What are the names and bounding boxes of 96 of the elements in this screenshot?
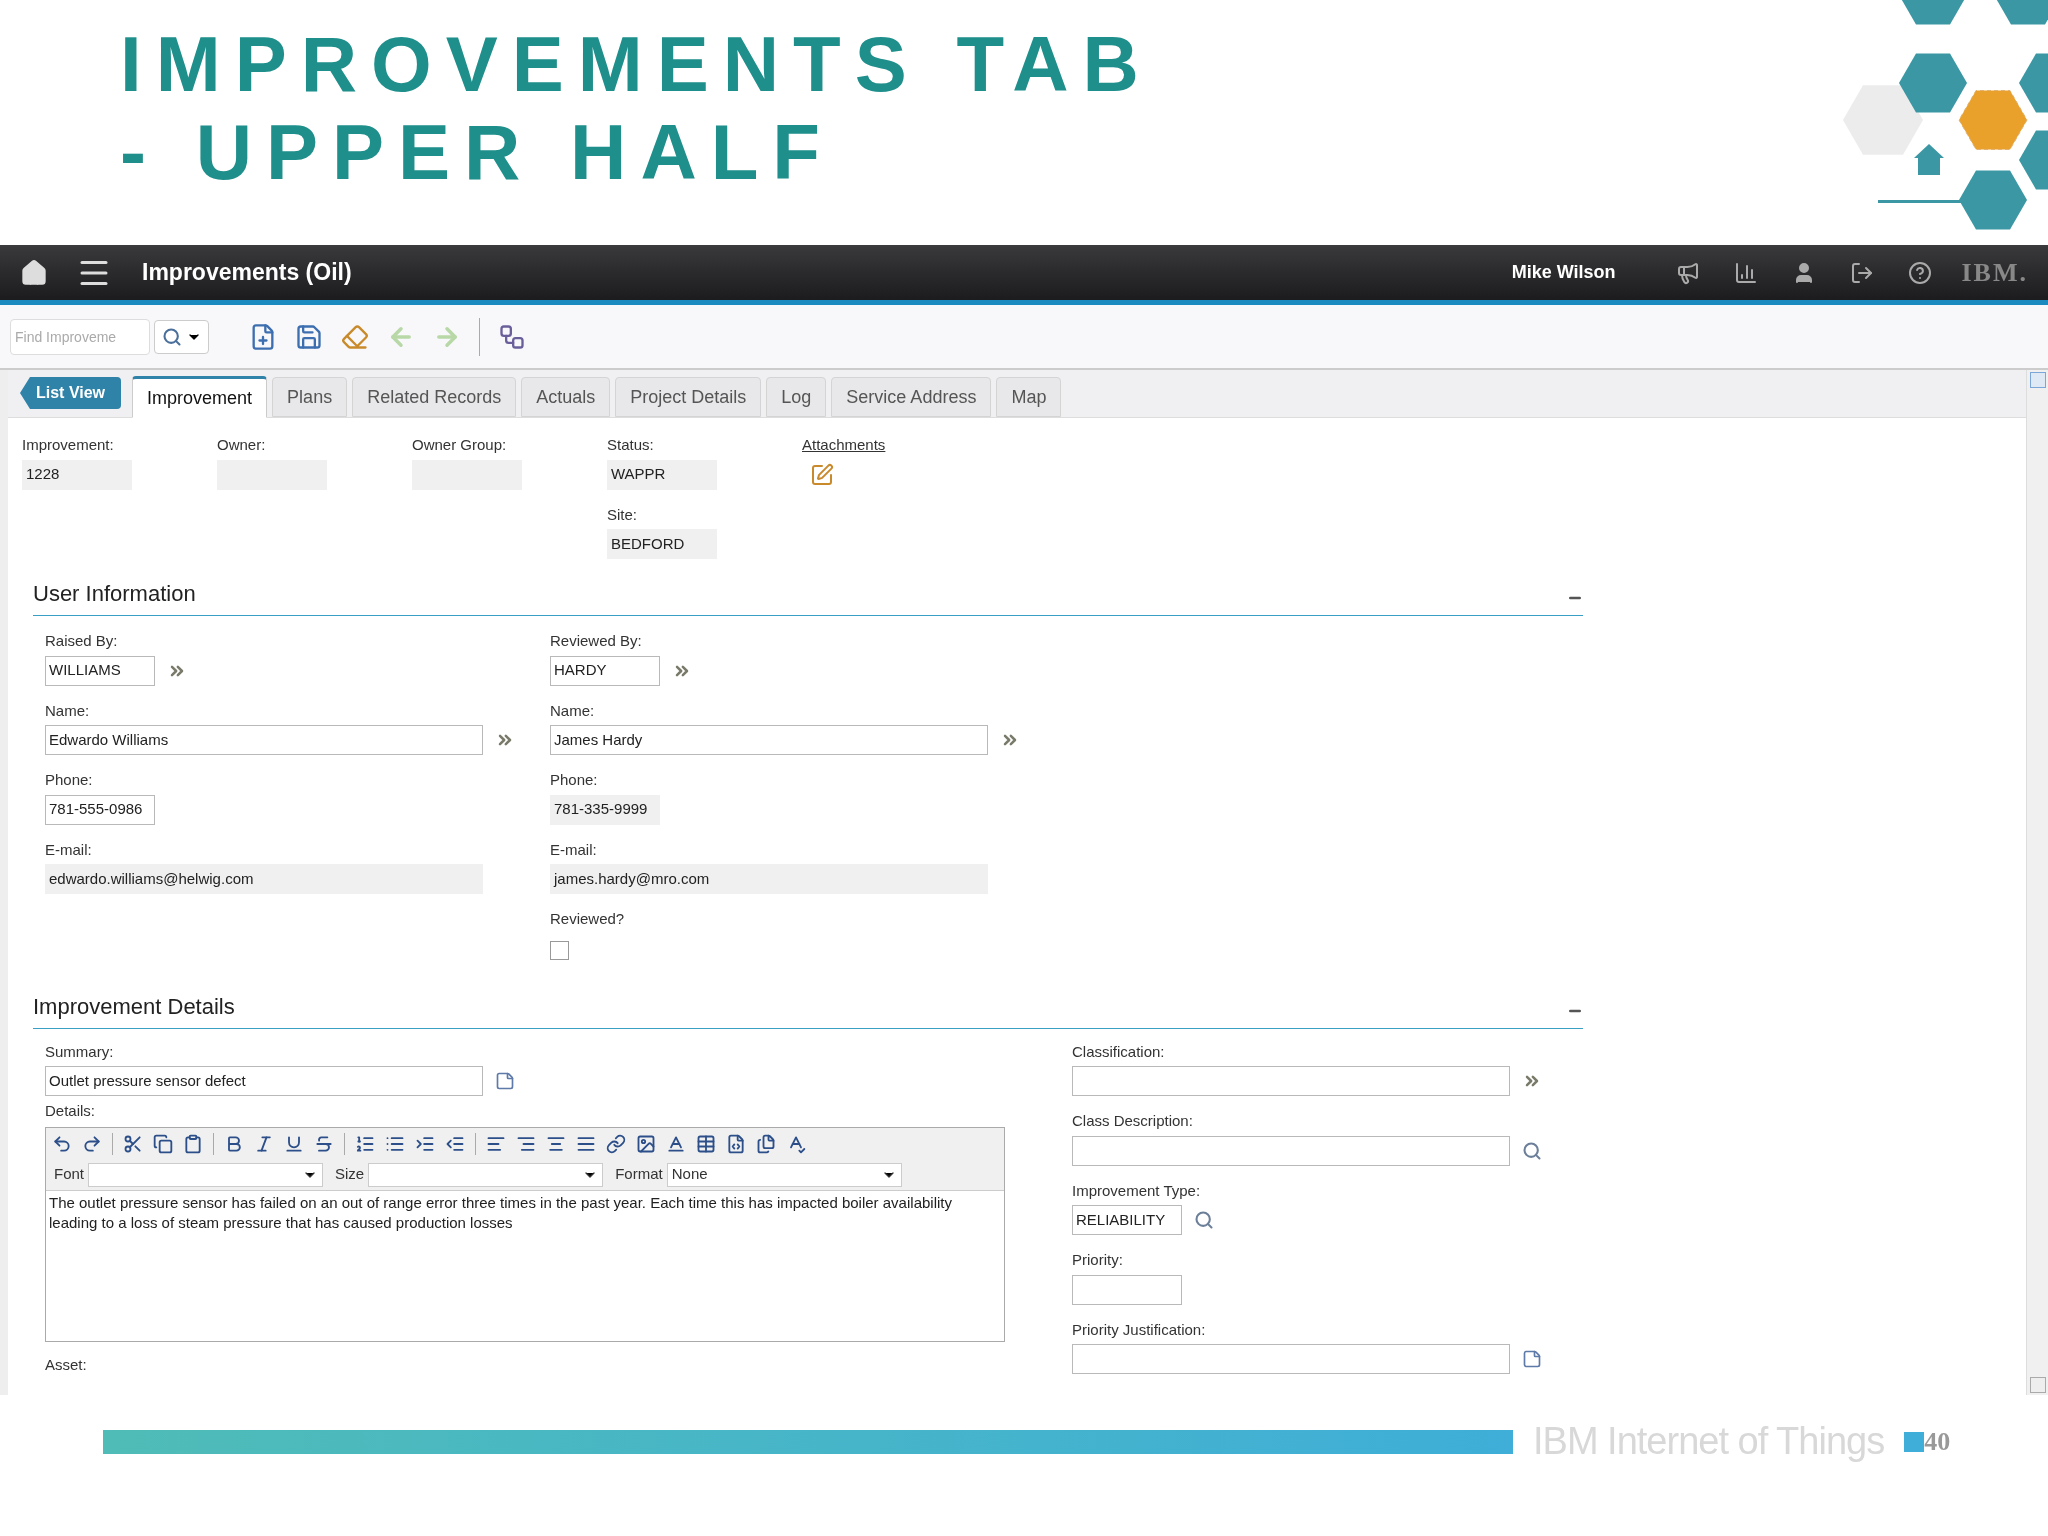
field-label: Classification:	[1072, 1041, 1166, 1062]
copy-format-icon[interactable]	[756, 1133, 776, 1154]
field-label: Improvement Type:	[1072, 1180, 1202, 1201]
field-label: Phone:	[550, 770, 599, 790]
input-field[interactable]: 781-555-0986	[45, 794, 155, 825]
tab[interactable]: Log	[766, 377, 827, 417]
bar-chart-icon[interactable]	[1733, 260, 1758, 285]
font-color-icon[interactable]	[666, 1133, 686, 1154]
details-text: The outlet pressure sensor has failed on an out of range error three times in the past year. Each time this has impacted boiler availability leading to a loss of steam pressure that has caused production losses	[48, 1192, 953, 1233]
list-view-button[interactable]: List View	[20, 377, 122, 409]
font-label: Font	[54, 1164, 84, 1185]
section-title: User Information	[33, 580, 196, 608]
input-field[interactable]: WAPPR	[607, 459, 717, 490]
input-field[interactable]: Edwardo Williams	[45, 725, 483, 755]
note-icon[interactable]	[1522, 1349, 1542, 1369]
tab[interactable]: Project Details	[615, 377, 762, 417]
home-icon[interactable]	[20, 258, 48, 287]
field-label: Details:	[45, 1101, 97, 1121]
cut-icon[interactable]	[123, 1133, 143, 1154]
tab[interactable]: Actuals	[521, 377, 611, 417]
format-dropdown[interactable]: None	[666, 1162, 902, 1187]
search-icon[interactable]	[161, 326, 182, 347]
field-label: Summary:	[45, 1041, 115, 1062]
search-icon[interactable]	[1194, 1210, 1214, 1230]
field-label: Improvement:	[22, 435, 115, 455]
tab[interactable]: Related Records	[352, 377, 517, 417]
brand-logo: IBM.	[1961, 257, 2028, 289]
tab[interactable]: Map	[996, 377, 1062, 417]
field-label: Priority Justification:	[1072, 1319, 1207, 1340]
attachment-edit-icon[interactable]	[810, 462, 834, 487]
save-icon[interactable]	[295, 322, 323, 351]
reviewed-checkbox[interactable]	[550, 940, 569, 960]
format-label: Format	[615, 1164, 663, 1185]
copy-icon[interactable]	[153, 1133, 173, 1154]
input-field[interactable]: WILLIAMS	[45, 655, 155, 686]
field-label: E-mail:	[550, 839, 598, 860]
input-field[interactable]	[1072, 1066, 1510, 1096]
field-label: E-mail:	[45, 839, 93, 860]
field-label: Owner:	[217, 435, 267, 455]
italic-icon[interactable]	[254, 1133, 274, 1154]
input-field[interactable]	[1072, 1344, 1510, 1374]
field-label: Site:	[607, 504, 638, 525]
attachments-link[interactable]: Attachments	[802, 434, 886, 457]
numbered-list-icon[interactable]	[355, 1133, 375, 1154]
input-field[interactable]: James Hardy	[550, 725, 988, 755]
footer-square-icon	[1904, 1431, 1925, 1452]
table-icon[interactable]	[696, 1133, 716, 1154]
field-label: Name:	[550, 700, 596, 721]
strikethrough-icon[interactable]	[314, 1133, 334, 1154]
input-field[interactable]: 781-335-9999	[550, 794, 660, 825]
field-label: Asset:	[45, 1354, 88, 1375]
rich-text-editor[interactable]	[45, 1126, 1005, 1342]
field-label: Phone:	[45, 770, 94, 790]
field-label: Name:	[45, 700, 91, 721]
input-field[interactable]	[1072, 1274, 1182, 1305]
field-label: Class Description:	[1072, 1111, 1194, 1131]
input-field[interactable]: james.hardy@mro.com	[550, 864, 988, 894]
note-icon[interactable]	[495, 1071, 515, 1091]
workflow-icon[interactable]	[498, 322, 526, 351]
user-name[interactable]: Mike Wilson	[1511, 259, 1616, 286]
search-field[interactable]: Find Improveme	[10, 318, 150, 355]
field-label: Raised By:	[45, 631, 119, 651]
format-value: None	[671, 1164, 708, 1185]
size-label: Size	[335, 1164, 365, 1185]
app-title: Improvements (Oil)	[142, 258, 352, 288]
input-field[interactable]	[1072, 1135, 1510, 1166]
tab[interactable]: Improvement	[132, 376, 268, 418]
image-icon[interactable]	[636, 1133, 656, 1154]
redo-icon[interactable]	[82, 1133, 102, 1154]
paste-icon[interactable]	[183, 1133, 203, 1154]
tab[interactable]: Service Address	[831, 377, 992, 417]
section-title: Improvement Details	[33, 992, 235, 1021]
help-icon[interactable]	[1907, 260, 1932, 285]
tab[interactable]: Plans	[272, 377, 348, 417]
search-icon[interactable]	[1522, 1140, 1542, 1161]
eraser-icon[interactable]	[341, 322, 369, 351]
input-field[interactable]: 1228	[22, 459, 132, 490]
field-label: Status:	[607, 435, 655, 455]
input-field[interactable]: Outlet pressure sensor defect	[45, 1066, 483, 1096]
field-label: Priority:	[1072, 1250, 1124, 1270]
scrollbar[interactable]	[2026, 370, 2048, 1395]
field-label: Owner Group:	[412, 435, 508, 455]
sign-out-icon[interactable]	[1849, 260, 1874, 285]
input-field[interactable]: edwardo.williams@helwig.com	[45, 864, 483, 894]
field-label: Reviewed By:	[550, 631, 643, 651]
undo-icon[interactable]	[52, 1133, 72, 1154]
source-icon[interactable]	[726, 1133, 746, 1154]
page-number: 40	[1924, 1426, 1951, 1458]
input-field[interactable]: RELIABILITY	[1072, 1205, 1182, 1235]
input-field[interactable]: BEDFORD	[607, 529, 717, 559]
link-icon[interactable]	[606, 1133, 626, 1154]
megaphone-icon[interactable]	[1675, 260, 1700, 285]
input-field[interactable]: HARDY	[550, 655, 660, 686]
slide-title: IMPROVEMENTS TAB	[120, 20, 1153, 108]
field-label: Reviewed?	[550, 909, 626, 929]
slide-title: - UPPER HALF	[120, 108, 835, 196]
